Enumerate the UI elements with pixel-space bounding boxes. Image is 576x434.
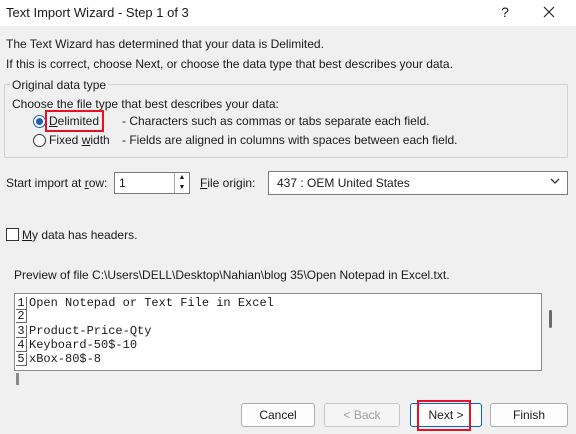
row-number: 2: [16, 310, 27, 323]
intro-line-2: If this is correct, choose Next, or choo…: [6, 57, 453, 71]
chevron-down-icon[interactable]: [549, 175, 561, 190]
file-origin-select[interactable]: 437 : OEM United States: [268, 171, 568, 195]
file-type-prompt: Choose the file type that best describes…: [12, 97, 279, 111]
intro-line-1: The Text Wizard has determined that your…: [6, 37, 324, 51]
row-text: Product-Price-Qty: [29, 324, 152, 338]
vertical-scroll-thumb[interactable]: [549, 310, 552, 328]
file-origin-label: File origin:: [200, 176, 256, 190]
row-text: xBox-80$-8: [29, 352, 102, 366]
start-import-label: Start import at row:: [6, 176, 108, 190]
preview-row: 5 xBox-80$-8: [15, 353, 541, 366]
fixed-width-label[interactable]: Fixed width: [49, 133, 110, 147]
cancel-button[interactable]: Cancel: [241, 403, 315, 427]
radio-fixed-width[interactable]: [33, 134, 46, 147]
preview-vertical-scrollbar[interactable]: [544, 293, 558, 369]
chevron-down-glyph: [550, 178, 560, 184]
finish-button[interactable]: Finish: [490, 403, 568, 427]
stepper-buttons: ▲ ▼: [174, 173, 189, 193]
close-icon-glyph: [543, 6, 555, 18]
fixed-width-description: - Fields are aligned in columns with spa…: [122, 133, 458, 147]
preview-pane[interactable]: 1 Open Notepad or Text File in Excel 2 3…: [14, 293, 542, 371]
file-origin-value: 437 : OEM United States: [277, 176, 410, 190]
headers-checkbox[interactable]: [6, 228, 19, 241]
start-row-stepper[interactable]: 1 ▲ ▼: [114, 172, 190, 194]
group-label: Original data type: [10, 78, 109, 92]
preview-row: 1 Open Notepad or Text File in Excel: [15, 297, 541, 310]
delimited-description: - Characters such as commas or tabs sepa…: [122, 114, 430, 128]
close-icon[interactable]: [537, 2, 561, 22]
stepper-down-icon[interactable]: ▼: [175, 183, 189, 193]
delimited-label[interactable]: Delimited: [49, 114, 99, 128]
help-icon[interactable]: ?: [494, 2, 516, 22]
row-number: 3: [16, 325, 27, 338]
row-number: 4: [16, 339, 27, 352]
headers-checkbox-label[interactable]: My data has headers.: [22, 228, 137, 242]
start-row-value[interactable]: 1: [119, 176, 126, 190]
title-bar: Text Import Wizard - Step 1 of 3 ?: [0, 0, 576, 26]
window-title: Text Import Wizard - Step 1 of 3: [6, 5, 189, 20]
delimited-label-rest: elimited: [57, 114, 100, 128]
back-button[interactable]: < Back: [324, 403, 400, 427]
preview-row: 3 Product-Price-Qty: [15, 325, 541, 338]
horizontal-scroll-thumb[interactable]: [16, 373, 19, 385]
highlight-next: [417, 400, 471, 431]
preview-row: 2: [15, 310, 541, 323]
preview-row: 4 Keyboard-50$-10: [15, 339, 541, 352]
row-text: Open Notepad or Text File in Excel: [29, 296, 274, 310]
preview-horizontal-scrollbar[interactable]: [14, 370, 540, 385]
stepper-up-icon[interactable]: ▲: [175, 173, 189, 183]
row-number: 5: [16, 353, 27, 366]
preview-label: Preview of file C:\Users\DELL\Desktop\Na…: [14, 268, 450, 282]
row-text: Keyboard-50$-10: [29, 338, 138, 352]
